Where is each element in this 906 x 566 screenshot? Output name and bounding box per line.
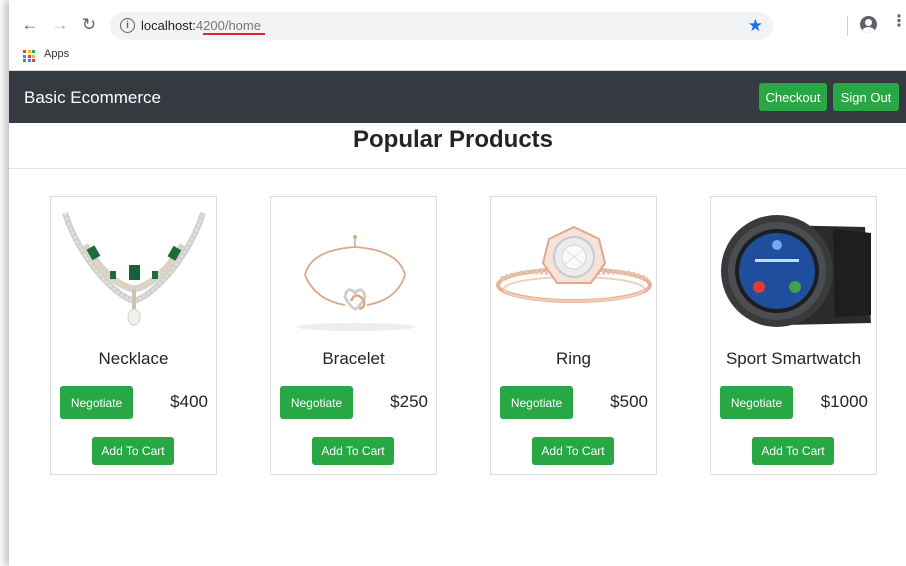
ring-image [496, 225, 652, 303]
forward-arrow-icon[interactable]: → [49, 14, 71, 36]
negotiate-button[interactable]: Negotiate [280, 386, 353, 419]
brand-title[interactable]: Basic Ecommerce [24, 88, 161, 108]
url-host: localhost: [141, 18, 196, 33]
sign-out-button[interactable]: Sign Out [833, 83, 899, 111]
negotiate-button[interactable]: Negotiate [500, 386, 573, 419]
reload-icon[interactable]: ↻ [78, 14, 100, 36]
negotiate-button[interactable]: Negotiate [60, 386, 133, 419]
browser-window: ← → ↻ i localhost:4200/home ★ ⋮ Apps Bas… [9, 0, 906, 566]
product-name: Necklace [98, 349, 169, 368]
product-card-ring: Ring Negotiate $500 Add To Cart [490, 196, 657, 475]
info-icon[interactable]: i [120, 18, 135, 33]
url-annotation-underline [203, 33, 265, 35]
address-bar[interactable]: i localhost:4200/home ★ [110, 12, 773, 40]
apps-bookmark[interactable]: Apps [44, 48, 69, 60]
browser-menu-icon[interactable]: ⋮ [891, 14, 906, 30]
negotiate-button[interactable]: Negotiate [720, 386, 793, 419]
product-price: $1000 [820, 392, 868, 411]
add-to-cart-button[interactable]: Add To Cart [312, 437, 394, 465]
page-title: Popular Products [352, 126, 554, 153]
product-card-necklace: Necklace Negotiate $400 Add To Cart [50, 196, 217, 475]
product-name: Sport Smartwatch [725, 349, 862, 368]
url-path: 4200/home [195, 18, 261, 33]
account-icon[interactable] [860, 16, 877, 33]
browser-toolbar: ← → ↻ i localhost:4200/home ★ ⋮ Apps [9, 0, 906, 71]
add-to-cart-button[interactable]: Add To Cart [752, 437, 834, 465]
product-card-smartwatch: Sport Smartwatch Negotiate $1000 Add To … [710, 196, 877, 475]
url-text: localhost:4200/home [141, 18, 261, 33]
add-to-cart-button[interactable]: Add To Cart [532, 437, 614, 465]
app-navbar: Basic Ecommerce Checkout Sign Out [9, 71, 906, 123]
necklace-image [62, 212, 206, 326]
back-arrow-icon[interactable]: ← [19, 14, 41, 36]
title-divider [9, 168, 906, 169]
apps-grid-icon[interactable] [23, 50, 35, 62]
smartwatch-image [721, 215, 871, 327]
product-price: $400 [170, 392, 208, 411]
checkout-button[interactable]: Checkout [759, 83, 827, 111]
product-name: Ring [556, 349, 591, 368]
bracelet-image [296, 235, 416, 331]
product-price: $500 [610, 392, 648, 411]
product-price: $250 [390, 392, 428, 411]
add-to-cart-button[interactable]: Add To Cart [92, 437, 174, 465]
bookmark-star-icon[interactable]: ★ [748, 16, 763, 36]
product-card-bracelet: Bracelet Negotiate $250 Add To Cart [270, 196, 437, 475]
product-name: Bracelet [322, 349, 385, 368]
toolbar-divider [847, 16, 848, 36]
